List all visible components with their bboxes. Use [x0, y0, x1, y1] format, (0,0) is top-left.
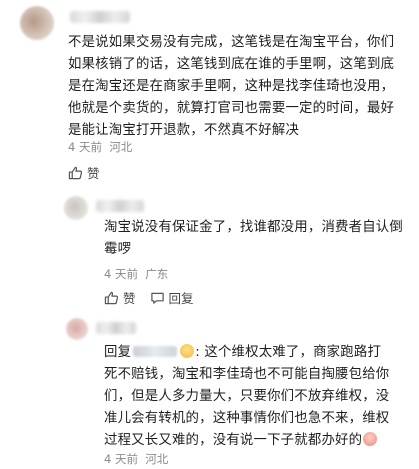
- comment-location: 广东: [145, 267, 169, 281]
- comment-1: 不是说如果交易没有完成，这笔钱是在淘宝平台，你们如果核销了的话，这笔钱到底在谁的…: [0, 0, 419, 190]
- comment-actions: 赞: [68, 163, 114, 182]
- comment-location: 河北: [109, 140, 133, 154]
- comment-time: 4 天前: [104, 267, 138, 281]
- comment-meta: 4 天前 河北: [68, 139, 132, 155]
- comment-location: 河北: [145, 452, 169, 466]
- avatar[interactable]: [64, 196, 88, 220]
- comment-3: 回复: 这个维权太难了，商家跑路打死不赔钱，淘宝和李佳琦也不可能自掏腰包给你们，…: [0, 310, 419, 469]
- reply-prefix: 回复: [104, 345, 132, 360]
- like-button[interactable]: 赞: [68, 163, 100, 182]
- comment-time: 4 天前: [104, 452, 138, 466]
- username-blurred[interactable]: [96, 200, 144, 212]
- comment-text: 回复: 这个维权太难了，商家跑路打死不赔钱，淘宝和李佳琦也不可能自掏腰包给你们，…: [104, 342, 394, 452]
- mentioned-user-blurred[interactable]: [133, 346, 178, 357]
- comment-text: 不是说如果交易没有完成，这笔钱是在淘宝平台，你们如果核销了的话，这笔钱到底在谁的…: [68, 35, 395, 138]
- sad-face-emoji: [363, 432, 378, 446]
- comment-2: 淘宝说没有保证金了，找谁都没用，消费者自认倒霉啰 4 天前 广东 赞 回复: [0, 190, 419, 310]
- thumbs-up-icon: [104, 291, 119, 304]
- username-blurred[interactable]: [96, 322, 136, 334]
- like-button[interactable]: 赞: [104, 288, 136, 307]
- avatar[interactable]: [20, 6, 54, 40]
- reply-body: : 这个维权太难了，商家跑路打死不赔钱，淘宝和李佳琦也不可能自掏腰包给你们，但是…: [104, 345, 390, 448]
- comment-text: 淘宝说没有保证金了，找谁都没用，消费者自认倒霉啰: [104, 220, 403, 257]
- comment-actions: 赞 回复: [104, 288, 208, 307]
- comment-time: 4 天前: [68, 140, 102, 154]
- comment-meta: 4 天前 广东: [104, 266, 168, 282]
- avatar[interactable]: [66, 318, 88, 340]
- like-label: 赞: [87, 166, 100, 181]
- comment-meta: 4 天前 河北: [104, 451, 168, 467]
- reply-label: 回复: [168, 291, 194, 306]
- thumbs-up-icon: [68, 166, 83, 179]
- reply-button[interactable]: 回复: [150, 288, 194, 307]
- speech-bubble-icon: [150, 292, 164, 304]
- username-blurred[interactable]: [70, 11, 130, 23]
- smiling-face-emoji: [180, 344, 195, 358]
- like-label: 赞: [123, 291, 136, 306]
